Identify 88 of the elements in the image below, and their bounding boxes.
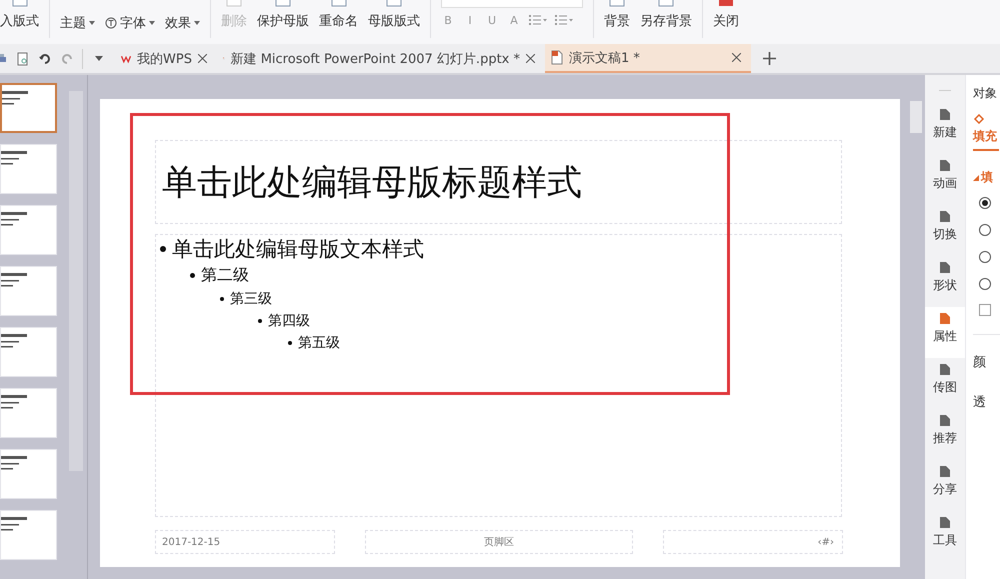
caret-icon	[149, 21, 155, 25]
number-placeholder[interactable]: ‹#›	[663, 530, 843, 554]
outline-text: 第五级	[298, 334, 340, 352]
radio-button[interactable]	[979, 278, 991, 290]
sidebar-tab[interactable]: 属性	[925, 307, 965, 358]
bullet-icon	[160, 246, 166, 252]
menu-button[interactable]	[95, 56, 103, 61]
layout-preview-icon	[1, 273, 27, 287]
page-icon	[940, 364, 950, 375]
undo-icon	[38, 52, 52, 66]
layout-preview-icon	[1, 212, 27, 226]
panel-title: 对象	[973, 85, 998, 102]
sidebar-tab[interactable]: 动画	[925, 154, 965, 205]
layout-preview-icon	[2, 91, 28, 105]
list-button[interactable]	[529, 14, 547, 26]
document-tab[interactable]: 我的WPS	[115, 44, 217, 73]
slide-thumbnail[interactable]	[0, 83, 57, 133]
layout-preview-icon	[1, 151, 27, 165]
outline-text: 第二级	[201, 265, 249, 286]
layout-preview-icon	[1, 395, 27, 409]
outline-text: 第三级	[230, 290, 272, 308]
document-tab[interactable]: 新建 Microsoft PowerPoint 2007 幻灯片.pptx *	[217, 44, 545, 73]
page-icon	[940, 466, 950, 477]
slide-number: ‹#›	[818, 536, 834, 548]
date-text: 2017-12-15	[162, 536, 220, 548]
page-icon	[940, 109, 950, 120]
page-icon	[940, 211, 950, 222]
preview-icon	[16, 52, 30, 66]
list-icon	[555, 14, 573, 26]
ribbon-button[interactable]: 背景	[604, 0, 630, 30]
sidebar-tab[interactable]: 切换	[925, 205, 965, 256]
close-button[interactable]: 关闭	[713, 0, 739, 30]
layout-preview-icon	[1, 456, 27, 470]
layout-preview-icon	[1, 517, 27, 531]
plus-icon	[763, 52, 776, 65]
list-icon	[529, 14, 547, 26]
radio-button[interactable]	[979, 251, 991, 263]
dropdown-button[interactable]: 主题	[60, 14, 95, 32]
field-label: 颜	[973, 354, 987, 371]
ribbon-button[interactable]: 保护母版	[257, 0, 309, 30]
title-placeholder[interactable]: 单击此处编辑母版标题样式	[155, 140, 842, 224]
footer-text: 页脚区	[484, 536, 514, 549]
sidebar-tab[interactable]: 形状	[925, 256, 965, 307]
font-icon	[105, 17, 117, 29]
field-label: 透	[973, 394, 987, 411]
font-field[interactable]	[441, 0, 583, 8]
checkbox[interactable]	[979, 304, 991, 316]
outline-text: 单击此处编辑母版文本样式	[172, 236, 424, 263]
bullet-icon	[220, 297, 224, 301]
bucket-icon	[973, 114, 985, 124]
section-heading: 填	[981, 169, 993, 186]
caret-icon	[89, 21, 95, 25]
page-icon	[940, 313, 950, 324]
sidebar-tab[interactable]: 传图	[925, 358, 965, 409]
layout-preview-icon	[1, 334, 27, 348]
bullet-icon	[258, 319, 262, 323]
redo-icon	[60, 52, 74, 66]
slide-title: 单击此处编辑母版标题样式	[162, 162, 582, 204]
toolbar-button[interactable]	[38, 52, 52, 66]
radio-button[interactable]	[979, 197, 991, 209]
sidebar-tab[interactable]: 分享	[925, 460, 965, 511]
caret-icon	[95, 56, 103, 61]
date-placeholder[interactable]: 2017-12-15	[155, 530, 335, 554]
sidebar-tab[interactable]: 推荐	[925, 409, 965, 460]
footer-placeholder[interactable]: 页脚区	[365, 530, 633, 554]
ribbon-button[interactable]: 母版版式	[368, 0, 420, 30]
document-tab[interactable]: 演示文稿1 *	[545, 44, 751, 73]
dropdown-button[interactable]: 字体	[105, 14, 155, 32]
new-tab-button[interactable]	[763, 52, 776, 65]
ribbon-button[interactable]: 另存背景	[640, 0, 692, 30]
radio-button[interactable]	[979, 224, 991, 236]
bullet-icon	[288, 341, 292, 345]
ribbon-button[interactable]: 入版式	[0, 0, 39, 30]
text-placeholder[interactable]: 单击此处编辑母版文本样式 第二级 第三级 第四级 第五级	[155, 234, 842, 517]
list-button[interactable]	[555, 14, 573, 26]
toolbar-button[interactable]	[16, 52, 30, 66]
collapse-icon	[973, 174, 979, 180]
page-icon	[940, 415, 950, 426]
bullet-icon	[190, 273, 195, 278]
sidebar-tab[interactable]: 工具	[925, 511, 965, 562]
ribbon-button[interactable]: 重命名	[319, 0, 358, 30]
page-icon	[940, 160, 950, 171]
page-icon	[940, 517, 950, 528]
page-icon	[940, 262, 950, 273]
outline-text: 第四级	[268, 312, 310, 330]
caret-icon	[194, 21, 200, 25]
sidebar-tab[interactable]: 新建	[925, 103, 965, 154]
dropdown-button[interactable]: 效果	[165, 14, 200, 32]
